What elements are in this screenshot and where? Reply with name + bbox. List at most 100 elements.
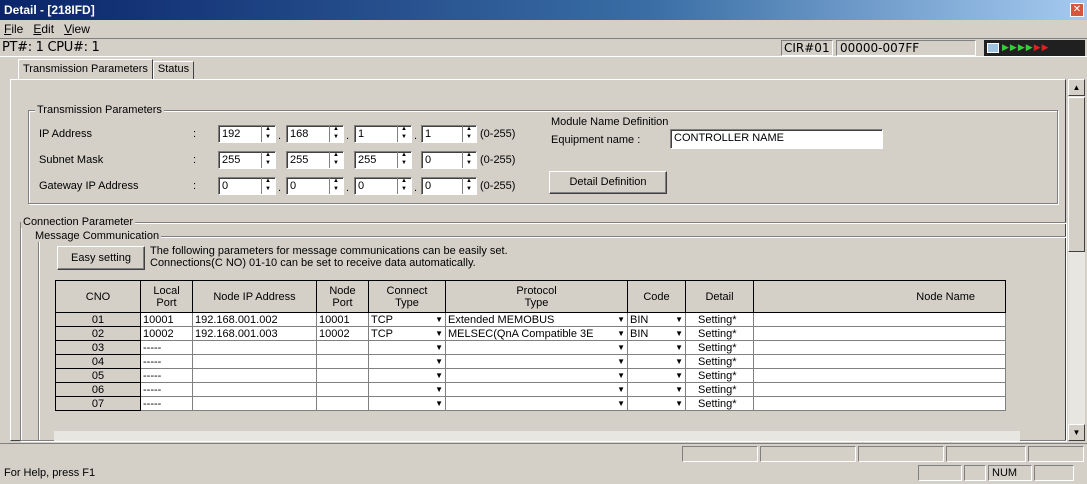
code-cell[interactable]: ▼: [627, 354, 686, 369]
node-port-cell[interactable]: [316, 368, 369, 383]
connect-type-cell[interactable]: TCP ▼: [368, 312, 446, 327]
node-ip-cell[interactable]: [192, 354, 317, 369]
dropdown-arrow-icon[interactable]: ▼: [435, 398, 443, 410]
dropdown-arrow-icon[interactable]: ▼: [617, 370, 625, 382]
detail-setting-cell[interactable]: Setting*: [685, 340, 754, 355]
code-cell[interactable]: ▼: [627, 396, 686, 411]
node-ip-cell[interactable]: [192, 382, 317, 397]
dropdown-arrow-icon[interactable]: ▼: [617, 384, 625, 396]
detail-setting-cell[interactable]: Setting*: [685, 326, 754, 341]
equipment-name-input[interactable]: CONTROLLER NAME: [670, 129, 883, 149]
dropdown-arrow-icon[interactable]: ▼: [435, 314, 443, 326]
table-row[interactable]: 04 ----- ▼ ▼ ▼ Setting*: [55, 354, 1006, 369]
mask-octet-3[interactable]: 255 ▲ ▼: [354, 151, 412, 169]
dropdown-arrow-icon[interactable]: ▼: [675, 384, 683, 396]
node-ip-cell[interactable]: 192.168.001.003: [192, 326, 317, 341]
node-ip-cell[interactable]: 192.168.001.002: [192, 312, 317, 327]
spinner-icon[interactable]: ▲ ▼: [397, 178, 410, 194]
protocol-type-cell[interactable]: ▼: [445, 368, 628, 383]
col-detail[interactable]: Detail: [685, 280, 754, 313]
ip-octet-3[interactable]: 1 ▲ ▼: [354, 125, 412, 143]
detail-setting-cell[interactable]: Setting*: [685, 312, 754, 327]
detail-setting-cell[interactable]: Setting*: [685, 382, 754, 397]
spinner-icon[interactable]: ▲ ▼: [329, 178, 342, 194]
dropdown-arrow-icon[interactable]: ▼: [617, 356, 625, 368]
code-cell[interactable]: ▼: [627, 340, 686, 355]
node-name-cell[interactable]: [753, 396, 1006, 411]
local-port-cell[interactable]: 10001: [140, 312, 193, 327]
col-protocol-type[interactable]: Protocol Type: [445, 280, 628, 313]
node-ip-cell[interactable]: [192, 396, 317, 411]
node-name-cell[interactable]: [753, 354, 1006, 369]
detail-setting-cell[interactable]: Setting*: [685, 354, 754, 369]
local-port-cell[interactable]: -----: [140, 368, 193, 383]
scroll-down-icon[interactable]: ▼: [1068, 424, 1085, 441]
dropdown-arrow-icon[interactable]: ▼: [675, 314, 683, 326]
horizontal-scrollbar[interactable]: [54, 431, 1020, 441]
node-port-cell[interactable]: [316, 396, 369, 411]
ip-octet-2[interactable]: 168 ▲ ▼: [286, 125, 344, 143]
node-port-cell[interactable]: 10001: [316, 312, 369, 327]
dropdown-arrow-icon[interactable]: ▼: [617, 398, 625, 410]
col-node-port[interactable]: Node Port: [316, 280, 369, 313]
dropdown-arrow-icon[interactable]: ▼: [435, 342, 443, 354]
ip-octet-4[interactable]: 1 ▲ ▼: [421, 125, 477, 143]
table-row[interactable]: 02 10002 192.168.001.003 10002 TCP ▼ MELSEC(Qn…: [55, 326, 1006, 341]
dropdown-arrow-icon[interactable]: ▼: [675, 398, 683, 410]
node-name-cell[interactable]: [753, 368, 1006, 383]
local-port-cell[interactable]: 10002: [140, 326, 193, 341]
spinner-icon[interactable]: ▲ ▼: [329, 126, 342, 142]
dropdown-arrow-icon[interactable]: ▼: [675, 328, 683, 340]
col-code[interactable]: Code: [627, 280, 686, 313]
dropdown-arrow-icon[interactable]: ▼: [617, 342, 625, 354]
dropdown-arrow-icon[interactable]: ▼: [435, 370, 443, 382]
scroll-up-icon[interactable]: ▲: [1068, 79, 1085, 96]
node-port-cell[interactable]: [316, 340, 369, 355]
table-row[interactable]: 06 ----- ▼ ▼ ▼ Setting*: [55, 382, 1006, 397]
node-name-cell[interactable]: [753, 382, 1006, 397]
vertical-scrollbar[interactable]: ▲ ▼: [1068, 79, 1085, 441]
connect-type-cell[interactable]: ▼: [368, 382, 446, 397]
protocol-type-cell[interactable]: ▼: [445, 340, 628, 355]
protocol-type-cell[interactable]: ▼: [445, 396, 628, 411]
ip-octet-1[interactable]: 192 ▲ ▼: [218, 125, 276, 143]
gateway-octet-4[interactable]: 0 ▲ ▼: [421, 177, 477, 195]
protocol-type-cell[interactable]: ▼: [445, 354, 628, 369]
table-row[interactable]: 05 ----- ▼ ▼ ▼ Setting*: [55, 368, 1006, 383]
dropdown-arrow-icon[interactable]: ▼: [617, 314, 625, 326]
spinner-icon[interactable]: ▲ ▼: [462, 178, 475, 194]
connect-type-cell[interactable]: ▼: [368, 396, 446, 411]
dropdown-arrow-icon[interactable]: ▼: [435, 356, 443, 368]
node-port-cell[interactable]: 10002: [316, 326, 369, 341]
dropdown-arrow-icon[interactable]: ▼: [435, 328, 443, 340]
node-port-cell[interactable]: [316, 354, 369, 369]
spinner-icon[interactable]: ▲ ▼: [261, 126, 274, 142]
spinner-icon[interactable]: ▲ ▼: [397, 152, 410, 168]
mask-octet-1[interactable]: 255 ▲ ▼: [218, 151, 276, 169]
table-row[interactable]: 03 ----- ▼ ▼ ▼ Setting*: [55, 340, 1006, 355]
dropdown-arrow-icon[interactable]: ▼: [435, 384, 443, 396]
col-node-ip[interactable]: Node IP Address: [192, 280, 317, 313]
spinner-icon[interactable]: ▲ ▼: [462, 152, 475, 168]
col-connect-type[interactable]: Connect Type: [368, 280, 446, 313]
node-name-cell[interactable]: [753, 340, 1006, 355]
local-port-cell[interactable]: -----: [140, 340, 193, 355]
detail-setting-cell[interactable]: Setting*: [685, 368, 754, 383]
code-cell[interactable]: ▼: [627, 368, 686, 383]
node-port-cell[interactable]: [316, 382, 369, 397]
tab-transmission-parameters[interactable]: Transmission Parameters: [18, 59, 153, 79]
node-name-cell[interactable]: [753, 312, 1006, 327]
gateway-octet-3[interactable]: 0 ▲ ▼: [354, 177, 412, 195]
dropdown-arrow-icon[interactable]: ▼: [617, 328, 625, 340]
connect-type-cell[interactable]: ▼: [368, 354, 446, 369]
spinner-icon[interactable]: ▲ ▼: [329, 152, 342, 168]
connect-type-cell[interactable]: ▼: [368, 368, 446, 383]
col-cno[interactable]: CNO: [55, 280, 141, 313]
dropdown-arrow-icon[interactable]: ▼: [675, 342, 683, 354]
table-row[interactable]: 01 10001 192.168.001.002 10001 TCP ▼ Extended …: [55, 312, 1006, 327]
protocol-type-cell[interactable]: Extended MEMOBUS ▼: [445, 312, 628, 327]
menu-file[interactable]: File: [4, 22, 23, 36]
gateway-octet-2[interactable]: 0 ▲ ▼: [286, 177, 344, 195]
code-cell[interactable]: BIN ▼: [627, 312, 686, 327]
col-local-port[interactable]: Local Port: [140, 280, 193, 313]
